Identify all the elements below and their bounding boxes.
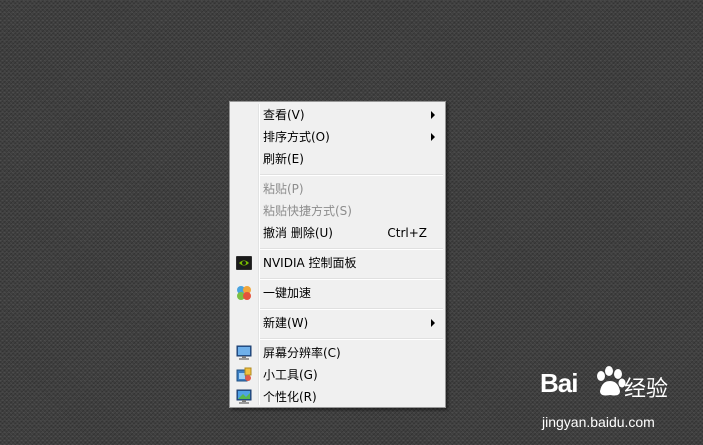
- menu-item-personalize[interactable]: 个性化(R): [232, 386, 443, 408]
- watermark-jingyan-text: 经验: [624, 377, 669, 402]
- nvidia-icon: [236, 255, 252, 271]
- menu-separator: [260, 248, 443, 250]
- menu-item-label: NVIDIA 控制面板: [263, 256, 357, 270]
- menu-item-undo-delete[interactable]: 撤消 删除(U) Ctrl+Z: [232, 222, 443, 244]
- submenu-arrow-icon: [431, 319, 435, 327]
- menu-item-paste-shortcut[interactable]: 粘贴快捷方式(S): [232, 200, 443, 222]
- submenu-arrow-icon: [431, 133, 435, 141]
- menu-separator: [260, 338, 443, 340]
- context-menu: 查看(V) 排序方式(O) 刷新(E) 粘贴(P) 粘贴快捷方式(S) 撤消 删…: [229, 101, 446, 408]
- menu-item-label: 刷新(E): [263, 152, 304, 166]
- menu-item-label: 粘贴快捷方式(S): [263, 204, 352, 218]
- menu-item-label: 粘贴(P): [263, 182, 304, 196]
- menu-item-view[interactable]: 查看(V): [232, 104, 443, 126]
- menu-separator: [260, 278, 443, 280]
- menu-item-label: 一键加速: [263, 286, 312, 300]
- watermark-brand-text: Bai: [540, 368, 578, 398]
- menu-item-sort-by[interactable]: 排序方式(O): [232, 126, 443, 148]
- menu-item-shortcut: Ctrl+Z: [387, 226, 427, 240]
- menu-item-new[interactable]: 新建(W): [232, 312, 443, 334]
- submenu-arrow-icon: [431, 111, 435, 119]
- menu-item-label: 小工具(G): [263, 368, 318, 382]
- personalize-icon: [236, 389, 252, 405]
- menu-item-label: 新建(W): [263, 316, 309, 330]
- menu-item-paste[interactable]: 粘贴(P): [232, 178, 443, 200]
- watermark-url: jingyan.baidu.com: [542, 414, 655, 430]
- menu-item-refresh[interactable]: 刷新(E): [232, 148, 443, 170]
- display-icon: [236, 345, 252, 361]
- gadgets-icon: [236, 367, 252, 383]
- menu-item-gadgets[interactable]: 小工具(G): [232, 364, 443, 386]
- menu-item-label: 排序方式(O): [263, 130, 330, 144]
- menu-item-label: 撤消 删除(U): [263, 226, 333, 240]
- menu-item-screen-resolution[interactable]: 屏幕分辨率(C): [232, 342, 443, 364]
- baidu-jingyan-watermark: Bai 经验 jingyan.baidu.com: [540, 366, 700, 442]
- menu-separator: [260, 174, 443, 176]
- menu-item-one-click-speedup[interactable]: 一键加速: [232, 282, 443, 304]
- menu-item-label: 个性化(R): [263, 390, 317, 404]
- baidu-paw-icon: [592, 364, 628, 400]
- menu-separator: [260, 308, 443, 310]
- menu-item-nvidia-control-panel[interactable]: NVIDIA 控制面板: [232, 252, 443, 274]
- menu-item-label: 屏幕分辨率(C): [263, 346, 341, 360]
- menu-item-label: 查看(V): [263, 108, 305, 122]
- speedup-icon: [236, 285, 252, 301]
